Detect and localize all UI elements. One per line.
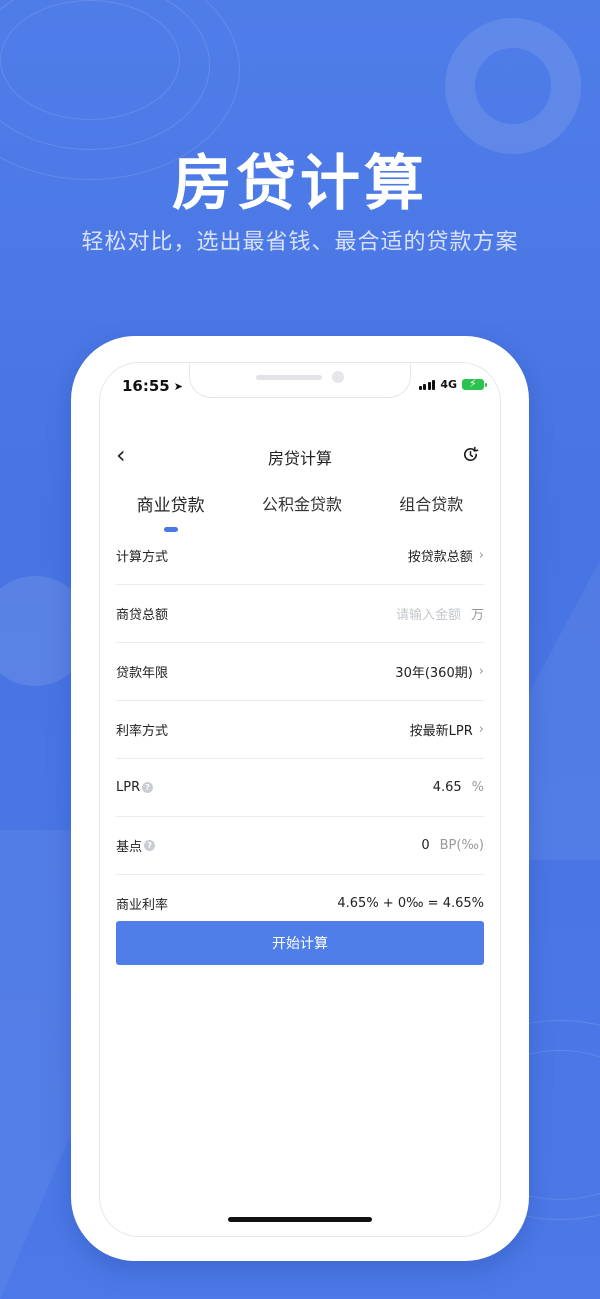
loan-type-tabs: 商业贷款 公积金贷款 组合贷款 [100,491,500,532]
lpr-label: LPR [116,780,141,795]
basis-point-unit: BP(‰) [439,838,484,853]
status-time-text: 16:55 [122,377,170,395]
chevron-right-icon: › [478,664,484,679]
battery-charging-icon: ⚡ [462,377,487,390]
tab-combined-loan[interactable]: 组合贷款 [399,491,463,524]
decor-ring [445,18,581,154]
tab-label: 组合贷款 [399,495,464,514]
loan-amount-row: 商贷总额 请输入金额 万 [116,585,484,643]
rate-method-row[interactable]: 利率方式 按最新LPR › [116,701,484,759]
signal-icon [418,379,436,390]
network-type: 4G [440,378,457,391]
calculate-button[interactable]: 开始计算 [116,921,484,965]
basis-point-input[interactable]: 0 [421,838,429,853]
phone-notch [189,363,411,398]
speaker [256,375,322,380]
commercial-rate-label: 商业利率 [116,898,169,913]
promo-headline: 房贷计算 [172,149,428,219]
chevron-right-icon: › [478,548,484,563]
status-time: 16:55 ➤ [122,377,183,395]
promo-subline: 轻松对比，选出最省钱、最合适的贷款方案 [81,230,519,255]
history-icon[interactable] [461,445,480,464]
tab-label: 公积金贷款 [261,495,342,514]
rate-method-value: 按最新LPR [409,724,473,739]
home-indicator [228,1217,372,1222]
loan-form: 计算方式 按贷款总额 › 商贷总额 请输入金额 万 贷款年限 30年(360期)… [116,527,484,933]
phone-screen: 16:55 ➤ 4G ⚡ ‹ 房贷计算 商业贷款 公积金贷款 组合贷款 计算方式… [99,362,501,1237]
tab-commercial-loan[interactable]: 商业贷款 [136,491,205,532]
loan-term-value: 30年(360期) [395,666,473,681]
decor-contour [0,0,180,120]
commercial-rate-value: 4.65% + 0‰ = 4.65% [337,896,484,911]
tab-label: 商业贷款 [136,496,205,516]
phone-frame: 16:55 ➤ 4G ⚡ ‹ 房贷计算 商业贷款 公积金贷款 组合贷款 计算方式… [71,336,529,1261]
loan-term-row[interactable]: 贷款年限 30年(360期) › [116,643,484,701]
basis-point-label: 基点 [116,840,143,855]
help-icon[interactable]: ? [144,840,156,851]
chevron-right-icon: › [478,722,484,737]
camera [332,371,344,383]
calc-method-row[interactable]: 计算方式 按贷款总额 › [116,527,484,585]
status-indicators: 4G ⚡ [418,377,487,391]
calc-method-label: 计算方式 [116,550,169,565]
lpr-unit: % [471,780,484,795]
calc-method-value: 按贷款总额 [407,550,473,565]
page-title: 房贷计算 [267,449,332,468]
loan-term-label: 贷款年限 [116,666,169,681]
basis-point-row: 基点 ? 0 BP(‰) [116,817,484,875]
loan-amount-input[interactable]: 请输入金额 [396,604,461,623]
loan-amount-label: 商贷总额 [116,608,169,623]
navbar: ‹ 房贷计算 [100,441,500,471]
loan-amount-unit: 万 [470,608,484,623]
location-arrow-icon: ➤ [173,379,183,393]
lpr-row: LPR ? 4.65 % [116,759,484,817]
tab-provident-fund-loan[interactable]: 公积金贷款 [262,491,342,524]
help-icon[interactable]: ? [142,782,154,793]
rate-method-label: 利率方式 [116,724,169,739]
lpr-input[interactable]: 4.65 [433,780,462,795]
